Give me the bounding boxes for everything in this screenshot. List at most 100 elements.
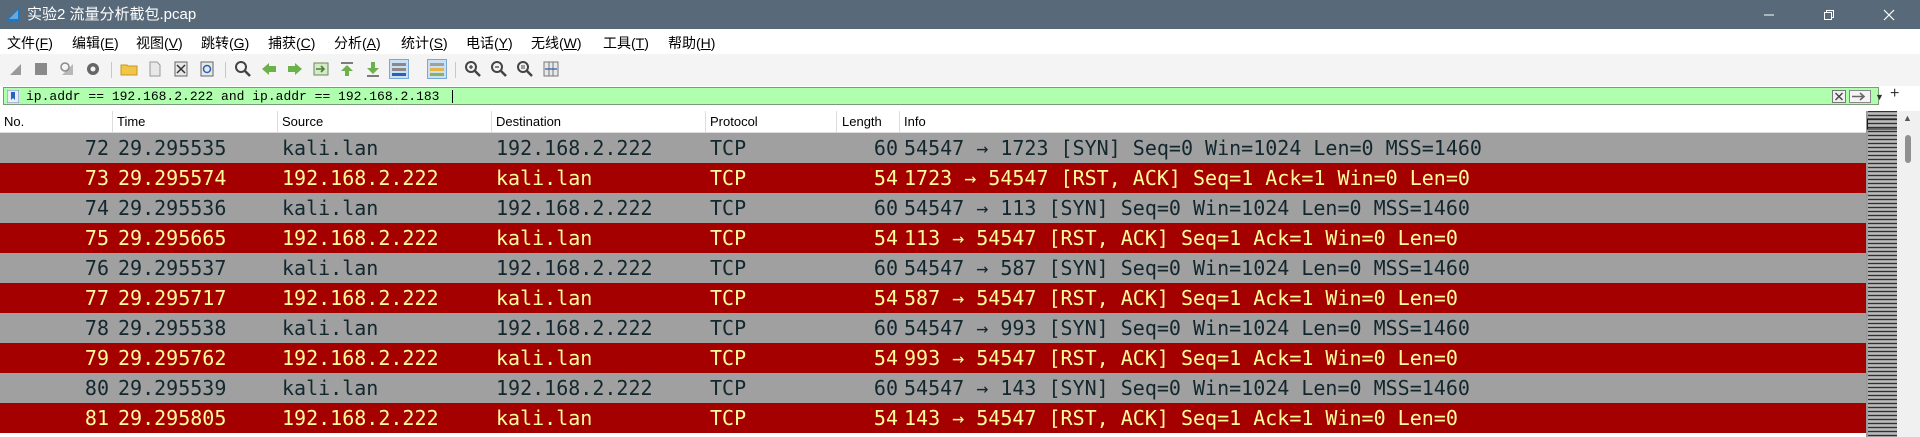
minimap-stripe bbox=[1868, 275, 1897, 276]
packet-destination: 192.168.2.222 bbox=[496, 196, 653, 220]
packet-protocol: TCP bbox=[710, 196, 747, 220]
menu-file[interactable]: 文件(F) bbox=[7, 33, 53, 53]
text-caret bbox=[452, 90, 453, 103]
packet-length: 60 bbox=[873, 136, 898, 160]
column-header-no[interactable]: No. bbox=[4, 114, 24, 129]
add-filter-button-icon[interactable]: + bbox=[1890, 85, 1899, 103]
zoom-in-button[interactable] bbox=[463, 59, 483, 79]
minimap-stripe bbox=[1868, 431, 1897, 432]
first-packet-button[interactable] bbox=[337, 59, 357, 79]
minimap-stripe bbox=[1868, 259, 1897, 260]
window-title: 实验2 流量分析截包.pcap bbox=[27, 6, 197, 23]
packet-length: 54 bbox=[873, 166, 898, 190]
packet-row[interactable]: 73 29.295574 192.168.2.222 kali.lan TCP 54 172… bbox=[0, 163, 1866, 193]
minimap-stripe bbox=[1868, 145, 1897, 146]
packet-row[interactable]: 74 29.295536 kali.lan 192.168.2.222 TCP 60 545… bbox=[0, 193, 1866, 223]
capture-options-button[interactable] bbox=[83, 59, 103, 79]
resize-columns-button[interactable] bbox=[541, 59, 561, 79]
restart-capture-button[interactable] bbox=[57, 59, 77, 79]
autoscroll-button[interactable] bbox=[389, 59, 409, 79]
reload-file-button[interactable] bbox=[197, 59, 217, 79]
minimap-stripe bbox=[1868, 381, 1897, 382]
packet-destination: 192.168.2.222 bbox=[496, 256, 653, 280]
packet-row[interactable]: 81 29.295805 192.168.2.222 kali.lan TCP 54 143… bbox=[0, 403, 1866, 433]
column-header-length[interactable]: Length bbox=[842, 114, 882, 129]
minimap-stripe bbox=[1868, 199, 1897, 200]
packet-row[interactable]: 75 29.295665 192.168.2.222 kali.lan TCP 54 113… bbox=[0, 223, 1866, 253]
minimap-stripe bbox=[1868, 367, 1897, 368]
stop-capture-icon bbox=[35, 63, 47, 75]
menu-capture[interactable]: 捕获(C) bbox=[268, 33, 315, 53]
menu-go[interactable]: 跳转(G) bbox=[201, 33, 249, 53]
minimap-stripe bbox=[1868, 379, 1897, 380]
minimap-stripe bbox=[1868, 397, 1897, 398]
packet-time: 29.295539 bbox=[118, 376, 227, 400]
colorize-button[interactable] bbox=[427, 59, 447, 79]
minimap-stripe bbox=[1868, 121, 1897, 122]
scrollbar-thumb[interactable] bbox=[1905, 135, 1911, 163]
menu-view[interactable]: 视图(V) bbox=[136, 33, 183, 53]
vertical-scrollbar[interactable]: ▲ bbox=[1897, 111, 1920, 437]
restore-button[interactable] bbox=[1806, 0, 1852, 29]
go-back-button[interactable] bbox=[259, 59, 279, 79]
column-header-info[interactable]: Info bbox=[904, 114, 926, 129]
packet-row[interactable]: 77 29.295717 192.168.2.222 kali.lan TCP 54 587… bbox=[0, 283, 1866, 313]
minimap-stripe bbox=[1868, 425, 1897, 426]
minimap-stripe bbox=[1868, 211, 1897, 212]
minimap-stripe bbox=[1868, 373, 1897, 374]
menu-wireless[interactable]: 无线(W) bbox=[531, 33, 582, 53]
normal-size-button[interactable] bbox=[515, 59, 535, 79]
normal-size-icon bbox=[517, 61, 533, 77]
menu-telephony[interactable]: 电话(Y) bbox=[466, 33, 513, 53]
display-filter-input[interactable]: ip.addr == 192.168.2.222 and ip.addr == … bbox=[3, 87, 1884, 105]
save-file-button[interactable] bbox=[145, 59, 165, 79]
filter-history-dropdown-icon[interactable]: ▼ bbox=[1875, 92, 1884, 102]
minimap-stripe bbox=[1868, 229, 1897, 230]
go-to-packet-button[interactable] bbox=[311, 59, 331, 79]
menu-statistics[interactable]: 统计(S) bbox=[401, 33, 448, 53]
scroll-up-icon[interactable]: ▲ bbox=[1903, 113, 1912, 123]
packet-info: 54547 → 993 [SYN] Seq=0 Win=1024 Len=0 M… bbox=[904, 316, 1470, 340]
minimap-stripe bbox=[1868, 349, 1897, 350]
packet-row[interactable]: 79 29.295762 192.168.2.222 kali.lan TCP 54 993… bbox=[0, 343, 1866, 373]
column-header-protocol[interactable]: Protocol bbox=[710, 114, 758, 129]
stop-capture-button[interactable] bbox=[31, 59, 51, 79]
open-file-button[interactable] bbox=[119, 59, 139, 79]
close-file-button[interactable] bbox=[171, 59, 191, 79]
minimap-stripe bbox=[1868, 307, 1897, 308]
packet-minimap[interactable] bbox=[1866, 111, 1897, 437]
minimize-button[interactable] bbox=[1746, 0, 1792, 29]
packet-destination: kali.lan bbox=[496, 166, 593, 190]
column-header-time[interactable]: Time bbox=[117, 114, 145, 129]
packet-row[interactable]: 76 29.295537 kali.lan 192.168.2.222 TCP 60 545… bbox=[0, 253, 1866, 283]
minimap-stripe bbox=[1868, 407, 1897, 408]
clear-filter-icon[interactable] bbox=[1832, 90, 1846, 103]
last-packet-button[interactable] bbox=[363, 59, 383, 79]
menu-edit[interactable]: 编辑(E) bbox=[72, 33, 119, 53]
menu-help[interactable]: 帮助(H) bbox=[668, 33, 715, 53]
close-window-button[interactable] bbox=[1866, 0, 1912, 29]
minimap-stripe bbox=[1868, 193, 1897, 194]
menu-analyze[interactable]: 分析(A) bbox=[334, 33, 381, 53]
zoom-out-button[interactable] bbox=[489, 59, 509, 79]
minimap-stripe bbox=[1868, 283, 1897, 284]
find-packet-button[interactable] bbox=[233, 59, 253, 79]
minimap-stripe bbox=[1868, 333, 1897, 334]
column-header-destination[interactable]: Destination bbox=[496, 114, 561, 129]
minimap-stripe bbox=[1868, 423, 1897, 424]
zoom-in-icon bbox=[465, 61, 481, 77]
go-forward-button[interactable] bbox=[285, 59, 305, 79]
minimap-stripe bbox=[1868, 353, 1897, 354]
apply-filter-icon[interactable] bbox=[1849, 90, 1871, 103]
packet-destination: kali.lan bbox=[496, 286, 593, 310]
menu-tools[interactable]: 工具(T) bbox=[603, 33, 649, 53]
start-capture-button[interactable] bbox=[5, 59, 25, 79]
packet-destination: 192.168.2.222 bbox=[496, 136, 653, 160]
minimap-stripe bbox=[1868, 139, 1897, 140]
packet-row[interactable]: 78 29.295538 kali.lan 192.168.2.222 TCP 60 545… bbox=[0, 313, 1866, 343]
packet-row[interactable]: 80 29.295539 kali.lan 192.168.2.222 TCP 60 545… bbox=[0, 373, 1866, 403]
filter-bookmark-icon[interactable] bbox=[7, 90, 19, 103]
packet-row[interactable]: 72 29.295535 kali.lan 192.168.2.222 TCP 60 545… bbox=[0, 133, 1866, 163]
column-header-source[interactable]: Source bbox=[282, 114, 323, 129]
display-filter-text: ip.addr == 192.168.2.222 and ip.addr == … bbox=[26, 89, 440, 104]
